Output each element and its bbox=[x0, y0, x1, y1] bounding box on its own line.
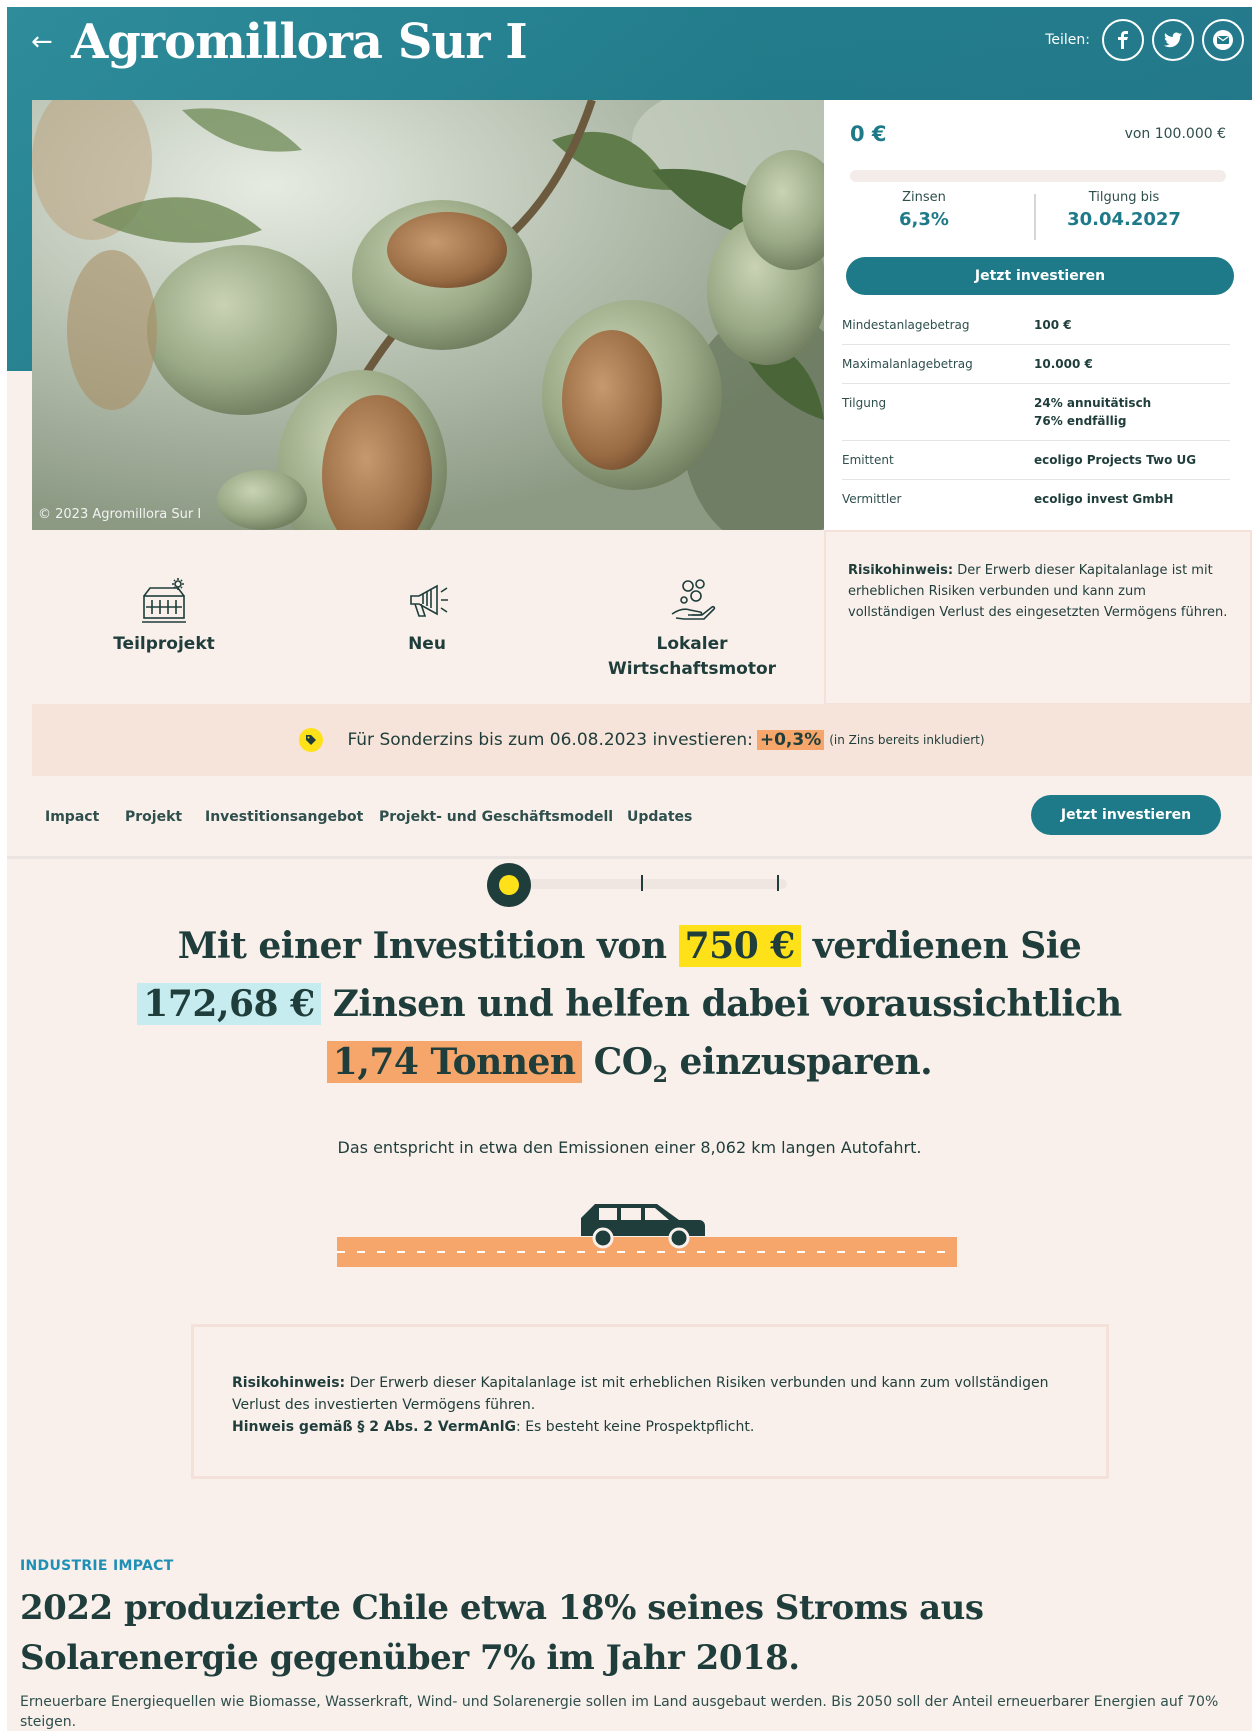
detail-value: 10.000 € bbox=[1034, 357, 1093, 371]
co2-label: CO2 bbox=[593, 1041, 668, 1088]
share-bar: Teilen: bbox=[1045, 19, 1244, 61]
metric-divider bbox=[1034, 194, 1036, 240]
slider-tick bbox=[777, 875, 779, 891]
page-title: Agromillora Sur I bbox=[71, 14, 528, 70]
feature-wirtschaftsmotor: Lokaler Wirtschaftsmotor bbox=[572, 578, 812, 682]
detail-value: 24% annuitätisch 76% endfällig bbox=[1034, 396, 1152, 428]
legal-disclaimer: Risikohinweis: Der Erwerb dieser Kapital… bbox=[191, 1324, 1109, 1479]
investment-slider-handle[interactable] bbox=[487, 863, 531, 907]
disclaimer-risk-text: Der Erwerb dieser Kapitalanlage ist mit … bbox=[232, 1375, 1049, 1413]
solar-building-icon bbox=[142, 578, 186, 623]
almond-photo bbox=[32, 100, 824, 530]
image-copyright: © 2023 Agromillora Sur I bbox=[38, 507, 202, 522]
table-row: Maximalanlagebetrag 10.000 € bbox=[842, 345, 1230, 384]
interest-label: Zinsen bbox=[902, 190, 946, 205]
share-label: Teilen: bbox=[1045, 32, 1090, 48]
slider-handle-dot bbox=[499, 875, 519, 895]
risk-notice-card: Risikohinweis: Der Erwerb dieser Kapital… bbox=[824, 530, 1252, 705]
special-interest-banner: Für Sonderzins bis zum 06.08.2023 invest… bbox=[32, 704, 1252, 776]
nav-projekt[interactable]: Projekt bbox=[125, 809, 182, 825]
repayment-label: Tilgung bis bbox=[1088, 190, 1160, 205]
detail-key: Mindestanlagebetrag bbox=[842, 318, 970, 332]
nav-invest-now-button[interactable]: Jetzt investieren bbox=[1031, 795, 1221, 835]
risk-label: Risikohinweis: bbox=[848, 563, 954, 578]
disclaimer-notice-label: Hinweis gemäß § 2 Abs. 2 VermAnlG bbox=[232, 1419, 517, 1435]
disclaimer-risk-label: Risikohinweis: bbox=[232, 1375, 346, 1391]
twitter-icon bbox=[1164, 32, 1182, 48]
co2-saved-highlight: 1,74 Tonnen bbox=[326, 1041, 582, 1083]
investment-amount-highlight: 750 € bbox=[678, 925, 801, 967]
statement-text: verdienen Sie bbox=[812, 925, 1082, 967]
interest-value: 6,3% bbox=[899, 209, 949, 230]
promo-bonus: +0,3% bbox=[756, 730, 825, 750]
section-navigation: Impact Projekt Investitionsangebot Proje… bbox=[7, 777, 1252, 859]
table-row: Emittent ecoligo Projects Two UG bbox=[842, 441, 1230, 480]
car-icon bbox=[581, 1204, 705, 1249]
nav-updates[interactable]: Updates bbox=[627, 809, 692, 825]
detail-value: 100 € bbox=[1034, 318, 1072, 332]
facebook-share-button[interactable] bbox=[1102, 19, 1144, 61]
page: ← Agromillora Sur I Teilen: © 2023 Agrom… bbox=[7, 7, 1252, 1731]
detail-key: Maximalanlagebetrag bbox=[842, 357, 973, 371]
project-features: Teilprojekt Neu Lokaler Wirtschaftsmotor bbox=[32, 530, 824, 705]
investment-slider-track[interactable] bbox=[507, 879, 787, 889]
facebook-icon bbox=[1118, 31, 1128, 49]
invested-amount: 0 € bbox=[850, 122, 887, 146]
impact-title: 2022 produzierte Chile etwa 18% seines S… bbox=[20, 1588, 984, 1678]
hero-image: © 2023 Agromillora Sur I bbox=[32, 100, 824, 530]
feature-label: Neu bbox=[408, 634, 446, 654]
promo-note: (in Zins bereits inkludiert) bbox=[829, 733, 985, 747]
investment-details-table: Mindestanlagebetrag 100 € Maximalanlageb… bbox=[842, 306, 1230, 518]
twitter-share-button[interactable] bbox=[1152, 19, 1194, 61]
feature-label: Teilprojekt bbox=[113, 634, 215, 654]
detail-key: Tilgung bbox=[842, 396, 887, 410]
detail-value: ecoligo Projects Two UG bbox=[1034, 453, 1197, 467]
mail-share-button[interactable] bbox=[1202, 19, 1244, 61]
back-arrow-icon[interactable]: ← bbox=[31, 27, 53, 57]
funding-goal: von 100.000 € bbox=[1124, 126, 1226, 142]
detail-value: ecoligo invest GmbH bbox=[1034, 492, 1174, 506]
promo-text: Für Sonderzins bis zum 06.08.2023 invest… bbox=[347, 730, 753, 750]
repayment-value: 30.04.2027 bbox=[1067, 209, 1181, 230]
section-kicker: INDUSTRIE IMPACT bbox=[20, 1558, 174, 1574]
car-equivalent-text: Das entspricht in etwa den Emissionen ei… bbox=[337, 1138, 922, 1157]
table-row: Mindestanlagebetrag 100 € bbox=[842, 306, 1230, 345]
table-row: Vermittler ecoligo invest GmbH bbox=[842, 480, 1230, 518]
invest-card: 0 € von 100.000 € Zinsen 6,3% Tilgung bi… bbox=[824, 100, 1252, 530]
nav-impact[interactable]: Impact bbox=[45, 809, 99, 825]
coins-hand-icon bbox=[671, 579, 716, 620]
megaphone-icon bbox=[410, 584, 448, 617]
table-row: Tilgung 24% annuitätisch 76% endfällig bbox=[842, 384, 1230, 441]
interest-earned-highlight: 172,68 € bbox=[137, 983, 321, 1025]
invest-now-button[interactable]: Jetzt investieren bbox=[846, 257, 1234, 295]
tag-icon bbox=[299, 728, 324, 752]
feature-neu: Neu bbox=[307, 578, 547, 657]
funding-progress-bar bbox=[850, 170, 1226, 182]
slider-tick bbox=[641, 875, 643, 891]
statement-text: Zinsen und helfen dabei voraussichtlich bbox=[332, 983, 1122, 1025]
statement-text: Mit einer Investition von bbox=[177, 925, 667, 967]
nav-investitionsangebot[interactable]: Investitionsangebot bbox=[205, 809, 363, 825]
repayment-metric: Tilgung bis 30.04.2027 bbox=[1044, 190, 1204, 230]
feature-teilprojekt: Teilprojekt bbox=[44, 578, 284, 657]
disclaimer-notice-text: : Es besteht keine Prospektpflicht. bbox=[516, 1419, 755, 1435]
interest-metric: Zinsen 6,3% bbox=[864, 190, 984, 230]
mail-icon bbox=[1213, 30, 1233, 50]
impact-statement: Mit einer Investition von 750 € verdiene… bbox=[107, 917, 1152, 1091]
detail-key: Vermittler bbox=[842, 492, 902, 506]
nav-geschaeftsmodell[interactable]: Projekt- und Geschäftsmodell bbox=[379, 809, 613, 825]
impact-text: Erneuerbare Energiequellen wie Biomasse,… bbox=[20, 1694, 1219, 1730]
feature-label: Lokaler Wirtschaftsmotor bbox=[607, 634, 777, 679]
detail-key: Emittent bbox=[842, 453, 894, 467]
statement-text: einzusparen. bbox=[679, 1041, 933, 1083]
